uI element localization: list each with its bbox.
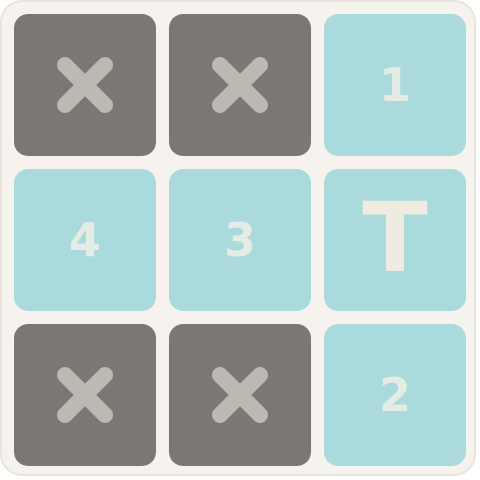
tile-r3-c2-blocked[interactable] <box>169 324 311 466</box>
tile-number-label: 1 <box>378 58 411 112</box>
tile-r3-c1-blocked[interactable] <box>14 324 156 466</box>
x-icon <box>57 57 113 113</box>
tile-number-label: 4 <box>68 213 101 267</box>
tile-r3-c3-number[interactable]: 2 <box>324 324 466 466</box>
x-icon <box>212 367 268 423</box>
x-icon <box>57 367 113 423</box>
tile-number-label: 3 <box>223 213 256 267</box>
tile-r1-c3-number[interactable]: 1 <box>324 14 466 156</box>
tile-r1-c1-blocked[interactable] <box>14 14 156 156</box>
game-board: 1 4 3 T 2 <box>0 0 476 476</box>
tile-letter-label: T <box>362 182 428 294</box>
tile-r1-c2-blocked[interactable] <box>169 14 311 156</box>
tile-number-label: 2 <box>378 368 411 422</box>
tile-r2-c3-letter[interactable]: T <box>324 169 466 311</box>
tile-r2-c2-number[interactable]: 3 <box>169 169 311 311</box>
x-icon <box>212 57 268 113</box>
tile-r2-c1-number[interactable]: 4 <box>14 169 156 311</box>
